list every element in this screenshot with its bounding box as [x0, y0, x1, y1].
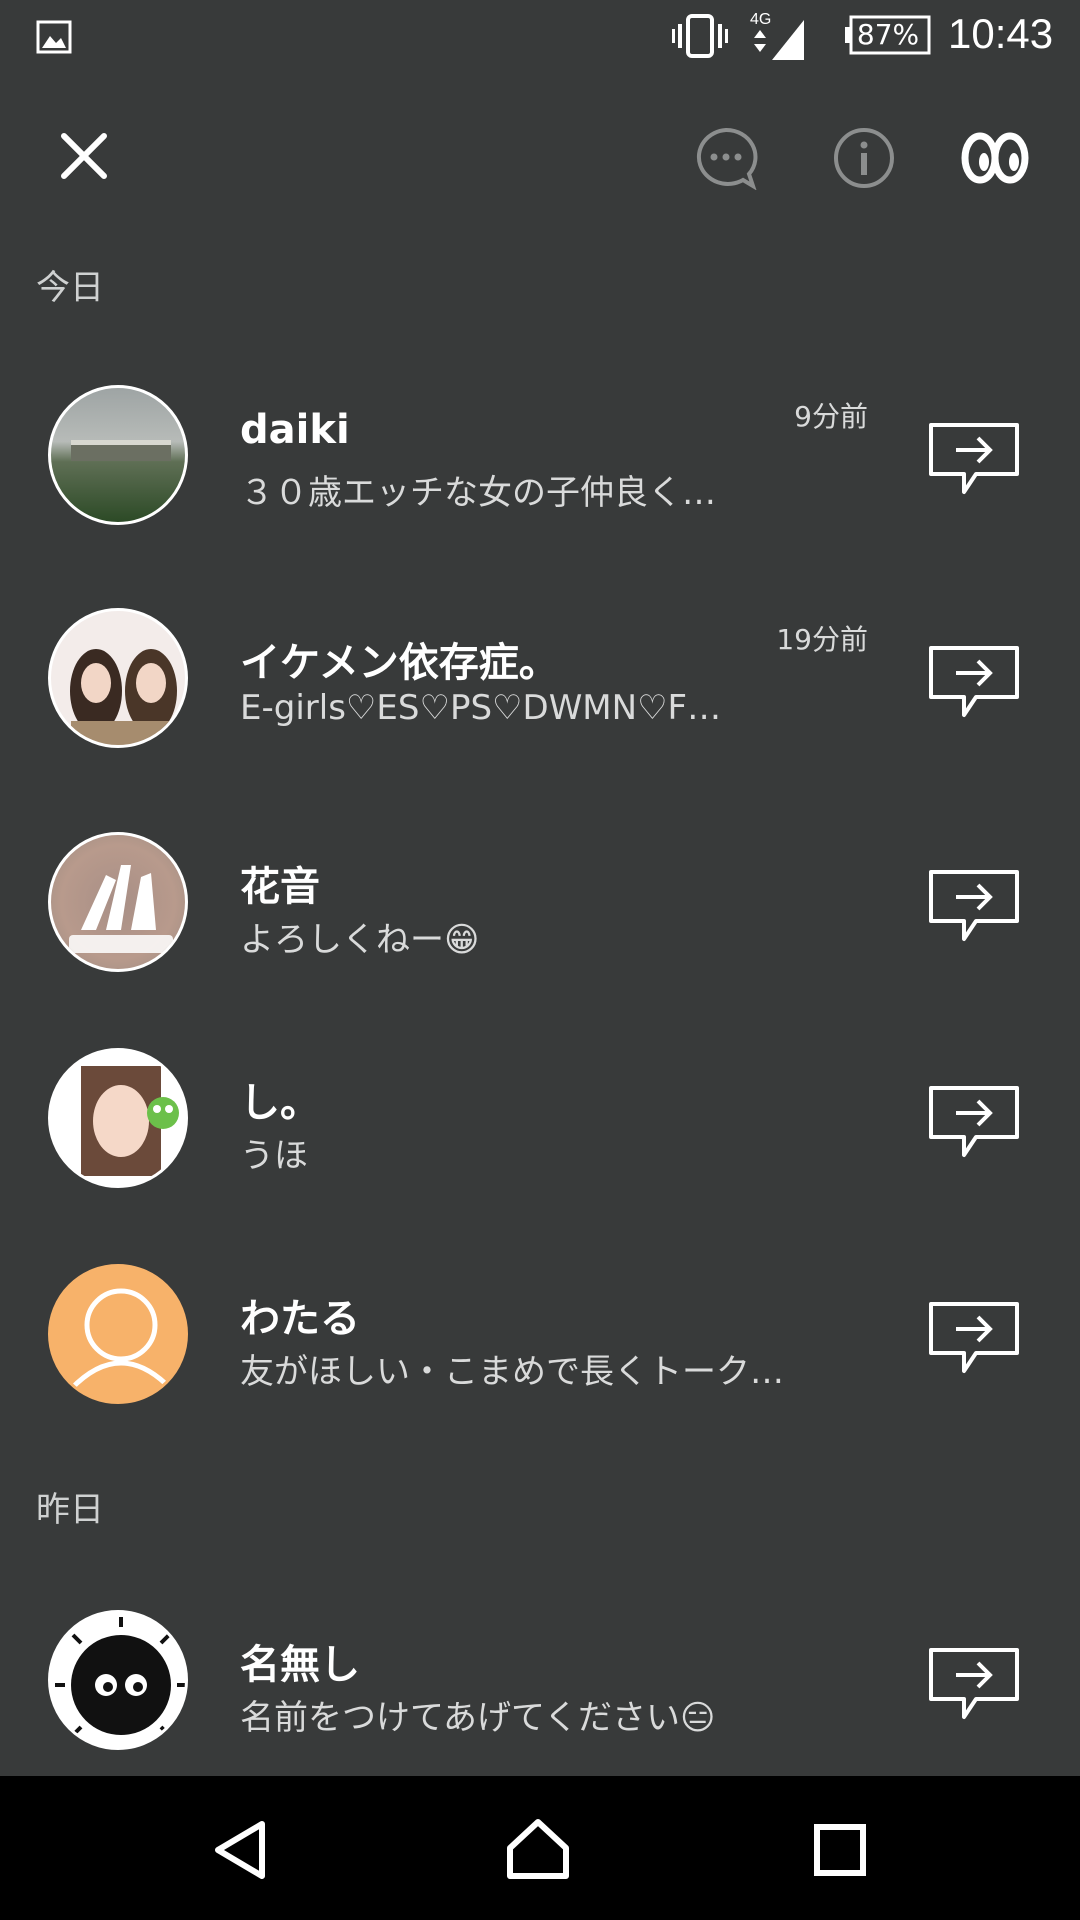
- last-message: ３０歳エッチな女の子仲良く…: [240, 473, 716, 513]
- avatar[interactable]: [48, 1264, 188, 1404]
- contact-name: し。: [240, 1080, 320, 1126]
- last-message: うほ: [240, 1136, 308, 1176]
- section-label-today: 今日: [36, 268, 104, 308]
- network-type-label: 4G: [750, 11, 771, 28]
- battery-level: 87%: [856, 18, 920, 51]
- section-label-yesterday: 昨日: [36, 1490, 104, 1530]
- forward-message-icon[interactable]: [928, 420, 1020, 500]
- signal-icon: 4G: [750, 11, 804, 60]
- clock: 10:43: [948, 10, 1054, 57]
- contact-name: 花音: [240, 864, 320, 910]
- conversation-row[interactable]: イケメン依存症。 E-girls♡ES♡PS♡DWMN♡F… 19分前: [0, 588, 1080, 758]
- recent-apps-icon[interactable]: [814, 1824, 866, 1876]
- avatar[interactable]: [48, 832, 188, 972]
- forward-message-icon[interactable]: [928, 1645, 1020, 1725]
- last-message: 名前をつけてあげてください😑: [240, 1698, 716, 1738]
- avatar[interactable]: [48, 1048, 188, 1188]
- status-bar: 4G 87% 10:43: [0, 0, 1080, 72]
- soot-sprite-icon: [55, 1617, 185, 1737]
- contact-name: daiki: [240, 407, 350, 453]
- forward-message-icon[interactable]: [928, 867, 1020, 947]
- conversation-row[interactable]: し。 うほ: [0, 1028, 1080, 1198]
- conversation-row[interactable]: わたる 友がほしい・こまめで長くトーク…: [0, 1244, 1080, 1414]
- forward-message-icon[interactable]: [928, 1299, 1020, 1379]
- home-icon[interactable]: [506, 1818, 570, 1880]
- conversation-row[interactable]: 花音 よろしくねー😁: [0, 812, 1080, 982]
- top-bar: [0, 100, 1080, 210]
- image-icon: [36, 20, 72, 54]
- chat-bubble-icon[interactable]: [693, 126, 759, 190]
- message-time: 19分前: [776, 623, 868, 656]
- battery-icon: 87%: [845, 14, 931, 56]
- forward-message-icon[interactable]: [928, 1083, 1020, 1163]
- conversation-row[interactable]: 名無し 名前をつけてあげてください😑: [0, 1590, 1080, 1760]
- contact-name: わたる: [240, 1296, 360, 1342]
- avatar[interactable]: [48, 1610, 188, 1750]
- navigation-bar: [0, 1776, 1080, 1920]
- avatar[interactable]: [48, 385, 188, 525]
- eyes-icon[interactable]: [960, 126, 1030, 186]
- back-icon[interactable]: [212, 1820, 268, 1880]
- last-message: E-girls♡ES♡PS♡DWMN♡F…: [240, 688, 722, 728]
- message-time: 9分前: [794, 400, 868, 433]
- contact-name: イケメン依存症。: [240, 640, 559, 686]
- last-message: 友がほしい・こまめで長くトーク…: [240, 1352, 784, 1392]
- close-icon[interactable]: [56, 128, 112, 184]
- default-user-icon: [69, 1288, 173, 1391]
- conversation-row[interactable]: daiki ３０歳エッチな女の子仲良く… 9分前: [0, 365, 1080, 535]
- vibrate-icon: [672, 14, 728, 58]
- last-message: よろしくねー😁: [240, 920, 480, 960]
- avatar[interactable]: [48, 608, 188, 748]
- forward-message-icon[interactable]: [928, 643, 1020, 723]
- info-icon[interactable]: [832, 126, 896, 190]
- contact-name: 名無し: [240, 1642, 360, 1688]
